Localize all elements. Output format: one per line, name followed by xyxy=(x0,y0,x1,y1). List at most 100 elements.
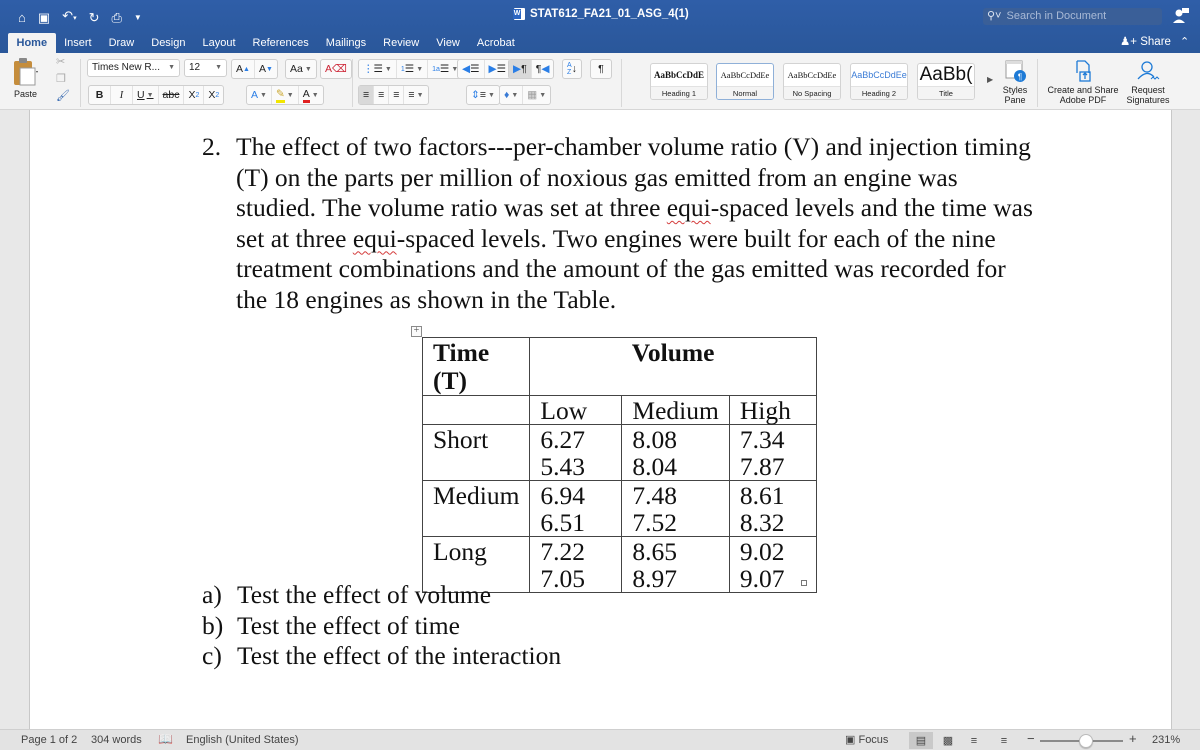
table-cell: 8.08 8.04 xyxy=(621,424,730,481)
divider xyxy=(352,59,353,107)
style-heading-1[interactable]: AaBbCcDdE Heading 1 xyxy=(650,63,708,100)
bullets-button[interactable]: ⋮ ☰ ▼ xyxy=(359,60,397,78)
redo-icon[interactable]: ↻ xyxy=(89,10,100,26)
table-cell-empty xyxy=(421,395,531,425)
web-layout-view-button[interactable]: ▩ xyxy=(936,732,960,749)
borders-button[interactable]: ▦ ▼ xyxy=(523,86,550,104)
spelling-error-mark[interactable]: equi xyxy=(667,193,711,222)
right-to-left-button[interactable]: ¶ ◀ xyxy=(532,60,554,78)
collapse-ribbon-icon[interactable]: ⌃ xyxy=(1180,35,1189,48)
tab-insert[interactable]: Insert xyxy=(56,33,101,53)
shading-button[interactable]: ♦ ▼ xyxy=(500,86,524,104)
print-layout-view-button[interactable]: ▤ xyxy=(909,732,933,749)
font-color-button[interactable]: A ▼ xyxy=(299,86,323,104)
subscript-button[interactable]: X2 xyxy=(184,86,205,104)
font-size-select[interactable]: 12 ▼ xyxy=(184,59,227,77)
more-styles-arrow-icon[interactable]: ▶ xyxy=(987,75,993,84)
divider xyxy=(80,59,81,107)
justify-button[interactable]: ≡ ▼ xyxy=(404,86,427,104)
highlight-color-button[interactable]: ✎ ▼ xyxy=(272,86,299,104)
numbering-button[interactable]: 1 ☰ ▼ xyxy=(397,60,429,78)
tab-layout[interactable]: Layout xyxy=(194,33,244,53)
zoom-level[interactable]: 231% xyxy=(1152,734,1180,747)
request-signatures-button[interactable]: Request Signatures xyxy=(1123,59,1173,105)
tab-draw[interactable]: Draw xyxy=(100,33,143,53)
spelling-error-mark[interactable]: equi xyxy=(353,224,397,253)
tab-view[interactable]: View xyxy=(428,33,469,53)
font-name-select[interactable]: Times New R... ▼ xyxy=(87,59,180,77)
line-spacing-button[interactable]: ⇕ ≡ ▼ xyxy=(466,85,500,105)
language[interactable]: English (United States) xyxy=(186,734,299,747)
tab-home[interactable]: Home xyxy=(8,33,56,53)
cut-icon[interactable]: ✂ xyxy=(56,55,70,68)
page-count[interactable]: Page 1 of 2 xyxy=(21,734,77,747)
paragraph-line: the 18 engines as shown in the Table. xyxy=(236,284,617,314)
increase-indent-button[interactable]: ▶ ☰ xyxy=(485,60,511,78)
style-no-spacing[interactable]: AaBbCcDdEe No Spacing xyxy=(783,63,841,100)
tab-acrobat[interactable]: Acrobat xyxy=(468,33,523,53)
increase-font-size-button[interactable]: A ▲ xyxy=(232,60,255,78)
home-icon[interactable]: ⌂ xyxy=(18,10,26,26)
zoom-out-button[interactable]: − xyxy=(1027,732,1035,745)
paragraph-line: treatment combinations and the amount of… xyxy=(236,254,1006,283)
draft-view-button[interactable]: ≡ xyxy=(992,732,1016,749)
create-share-adobe-pdf-button[interactable]: Create and Share Adobe PDF xyxy=(1042,59,1124,105)
table-cell: 8.65 8.97 xyxy=(621,536,730,593)
text-effects-button[interactable]: A ▼ xyxy=(247,86,272,104)
word-document-icon xyxy=(513,8,525,20)
align-right-button[interactable]: ≡ xyxy=(389,86,405,104)
tab-references[interactable]: References xyxy=(244,33,317,53)
style-normal[interactable]: AaBbCcDdEe Normal xyxy=(716,63,774,100)
header-volume: Volume xyxy=(529,337,817,396)
volume-level-low: Low xyxy=(529,395,623,425)
paste-icon[interactable] xyxy=(12,57,40,87)
table-cell: 7.48 7.52 xyxy=(621,480,730,537)
indent-buttons: ◀ ☰ ▶ ☰ xyxy=(457,59,511,79)
style-heading-2[interactable]: AaBbCcDdEe Heading 2 xyxy=(850,63,908,100)
tab-review[interactable]: Review xyxy=(375,33,428,53)
outline-view-button[interactable]: ≡ xyxy=(962,732,986,749)
chevron-down-icon: ▼ xyxy=(168,64,175,71)
strikethrough-button[interactable]: abc xyxy=(159,86,185,104)
decrease-font-size-button[interactable]: A ▼ xyxy=(255,60,277,78)
search-in-document-input[interactable]: ⚲˅ Search in Document xyxy=(983,8,1162,25)
time-label: Medium xyxy=(421,480,531,537)
table-resize-handle[interactable] xyxy=(801,580,807,586)
superscript-button[interactable]: X2 xyxy=(204,86,223,104)
table-row-volume-levels: Low Medium High xyxy=(421,395,817,425)
style-title[interactable]: AaBb( Title xyxy=(917,63,975,100)
share-button[interactable]: ♟+ Share xyxy=(1120,34,1171,50)
title-bar: ⌂ ▣ ↶▾ ↻ ⎙ ▼ STAT612_FA21_01_ASG_4(1) ⚲˅… xyxy=(0,0,1200,53)
text-direction-buttons: ▶ ¶ ¶ ◀ xyxy=(508,59,555,79)
decrease-indent-button[interactable]: ◀ ☰ xyxy=(458,60,485,78)
feedback-icon[interactable] xyxy=(1172,7,1190,25)
clear-formatting-button[interactable]: A⌫ xyxy=(320,59,352,79)
print-icon[interactable]: ⎙ xyxy=(111,10,121,26)
tab-design[interactable]: Design xyxy=(143,33,194,53)
paste-button-label[interactable]: Paste xyxy=(14,89,37,99)
left-to-right-button[interactable]: ▶ ¶ xyxy=(509,60,532,78)
change-case-button[interactable]: Aa ▼ xyxy=(285,59,317,79)
zoom-in-button[interactable]: + xyxy=(1129,732,1137,745)
sort-button[interactable]: A Z ↓ xyxy=(562,59,582,79)
italic-button[interactable]: I xyxy=(111,86,133,104)
zoom-slider-thumb[interactable] xyxy=(1078,734,1093,748)
tab-mailings[interactable]: Mailings xyxy=(317,33,374,53)
save-icon[interactable]: ▣ xyxy=(38,10,50,26)
bold-button[interactable]: B xyxy=(89,86,111,104)
customize-toolbar-icon[interactable]: ▼ xyxy=(134,10,142,26)
undo-icon[interactable]: ↶▾ xyxy=(62,8,76,27)
focus-button[interactable]: ▣ Focus xyxy=(845,734,888,747)
change-case-icon: Aa ▼ xyxy=(290,63,312,75)
styles-pane-button[interactable]: ¶ Styles Pane xyxy=(1000,59,1030,105)
align-left-button[interactable]: ≡ xyxy=(359,86,375,104)
table-move-handle[interactable]: + xyxy=(411,326,422,337)
format-painter-icon[interactable]: 🖌 xyxy=(56,89,70,102)
word-count[interactable]: 304 words xyxy=(91,734,142,747)
align-center-button[interactable]: ≡ xyxy=(374,86,390,104)
copy-icon[interactable]: ❐ xyxy=(56,72,70,85)
document-page[interactable]: 2. The effect of two factors---per-chamb… xyxy=(29,110,1172,729)
show-formatting-button[interactable]: ¶ xyxy=(590,59,612,79)
underline-button[interactable]: U ▼ xyxy=(133,86,159,104)
proofing-icon[interactable]: 📖 xyxy=(158,733,173,746)
